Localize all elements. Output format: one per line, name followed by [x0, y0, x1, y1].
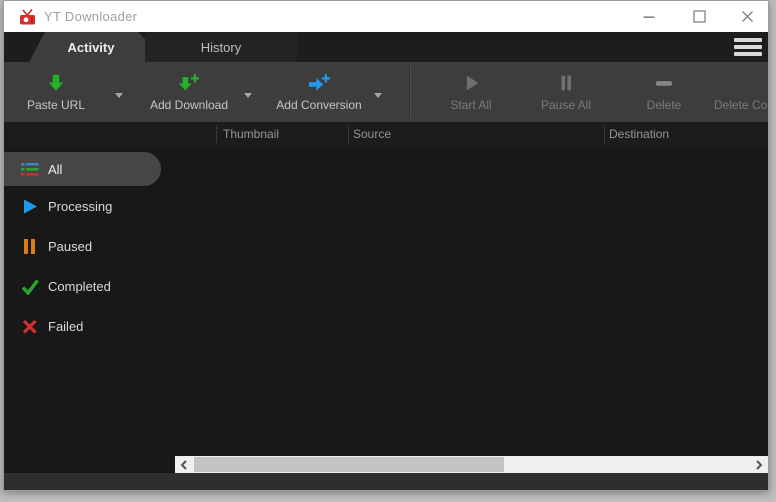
hamburger-icon	[734, 38, 762, 42]
delete-button[interactable]: Delete	[619, 68, 709, 116]
horizontal-scrollbar-row	[4, 456, 768, 473]
paste-url-button[interactable]: Paste URL	[11, 68, 101, 116]
pause-icon	[521, 68, 611, 94]
chevron-left-icon	[180, 460, 188, 470]
close-icon	[741, 10, 754, 23]
chevron-down-icon	[244, 93, 252, 98]
sidebar-item-completed-label: Completed	[48, 279, 111, 294]
close-button[interactable]	[730, 1, 764, 32]
paste-url-dropdown[interactable]	[109, 88, 129, 102]
scrollbar-thumb[interactable]	[194, 457, 504, 472]
column-header-thumbnail[interactable]: Thumbnail	[223, 122, 279, 147]
tab-history[interactable]: History	[145, 32, 297, 62]
maximize-button[interactable]	[682, 1, 716, 32]
green-down-arrow-plus-icon	[142, 68, 236, 94]
horizontal-scrollbar[interactable]	[175, 456, 768, 473]
play-icon	[426, 68, 516, 94]
blue-play-icon	[21, 198, 39, 215]
minimize-button[interactable]	[632, 1, 666, 32]
tab-activity[interactable]: Activity	[29, 32, 145, 62]
minus-icon	[704, 68, 768, 94]
sidebar-item-processing-label: Processing	[48, 199, 112, 214]
sidebar-item-paused[interactable]: Paused	[4, 229, 174, 263]
chevron-down-icon	[115, 93, 123, 98]
sidebar-item-completed[interactable]: Completed	[4, 269, 174, 303]
add-conversion-dropdown[interactable]	[368, 88, 388, 102]
tab-bar: Activity History	[4, 32, 768, 62]
orange-pause-icon	[21, 238, 39, 255]
chevron-down-icon	[374, 93, 382, 98]
scroll-right-button[interactable]	[750, 456, 768, 473]
green-check-icon	[21, 278, 39, 295]
pause-all-button[interactable]: Pause All	[521, 68, 611, 116]
start-all-button[interactable]: Start All	[426, 68, 516, 116]
paste-url-label: Paste URL	[11, 98, 101, 112]
minus-icon	[619, 68, 709, 94]
add-download-label: Add Download	[142, 98, 236, 112]
start-all-label: Start All	[426, 98, 516, 112]
sidebar-item-all-label: All	[48, 162, 62, 177]
menu-button[interactable]	[734, 37, 762, 57]
sidebar-item-processing[interactable]: Processing	[4, 189, 174, 223]
toolbar-separator	[409, 65, 411, 119]
add-download-dropdown[interactable]	[238, 88, 258, 102]
blue-right-arrow-plus-icon	[266, 68, 372, 94]
chevron-right-icon	[755, 460, 763, 470]
red-x-icon	[21, 318, 39, 335]
multicolor-list-icon	[21, 161, 39, 178]
tab-activity-label: Activity	[60, 40, 115, 55]
tv-icon	[19, 9, 36, 25]
scroll-left-button[interactable]	[175, 456, 193, 473]
window-title: YT Downloader	[44, 9, 137, 24]
status-strip	[4, 473, 768, 490]
green-down-arrow-icon	[11, 68, 101, 94]
add-conversion-label: Add Conversion	[266, 98, 372, 112]
sidebar-item-all[interactable]: All	[4, 152, 161, 186]
toolbar: Paste URL Add Download Add Conversion	[4, 62, 768, 122]
delete-completed-button[interactable]: Delete Con	[704, 68, 768, 116]
delete-label: Delete	[619, 98, 709, 112]
add-download-button[interactable]: Add Download	[142, 68, 236, 116]
sidebar-item-failed-label: Failed	[48, 319, 83, 334]
sidebar-item-paused-label: Paused	[48, 239, 92, 254]
add-conversion-button[interactable]: Add Conversion	[266, 68, 372, 116]
column-header-source[interactable]: Source	[353, 122, 391, 147]
title-bar: YT Downloader	[4, 1, 768, 32]
table-header-row: Thumbnail Source Destination	[4, 122, 768, 147]
column-header-destination[interactable]: Destination	[609, 122, 669, 147]
pause-all-label: Pause All	[521, 98, 611, 112]
maximize-icon	[693, 10, 706, 23]
download-list-area: All Processing Paused Completed	[4, 147, 768, 456]
tab-history-label: History	[201, 40, 241, 55]
minimize-icon	[643, 11, 655, 23]
sidebar-item-failed[interactable]: Failed	[4, 309, 174, 343]
delete-completed-label: Delete Con	[704, 98, 768, 112]
app-window: YT Downloader Activity History	[3, 0, 769, 491]
